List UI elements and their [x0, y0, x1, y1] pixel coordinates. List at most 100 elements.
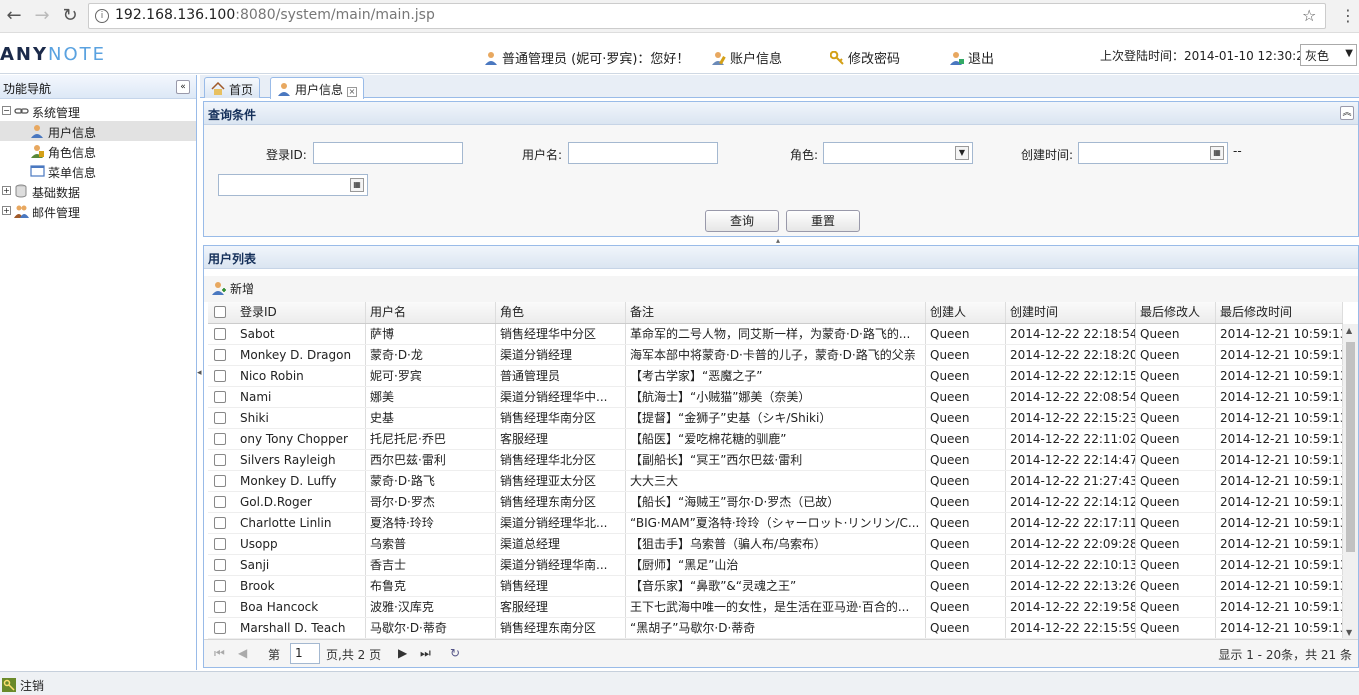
- tree-node-label: 系统管理: [32, 106, 81, 120]
- row-checkbox[interactable]: [214, 538, 226, 550]
- scroll-down-icon[interactable]: ▼: [1346, 628, 1352, 637]
- page-number-input[interactable]: 1: [290, 643, 320, 664]
- table-row[interactable]: Brook 布鲁克 销售经理 【音乐家】“鼻歌”&“灵魂之王” Queen 2014-12…: [208, 576, 1343, 597]
- row-checkbox[interactable]: [214, 454, 226, 466]
- table-row[interactable]: Shiki 史基 销售经理华南分区 【提督】“金狮子”史基（シキ/Shiki） Quee…: [208, 408, 1343, 429]
- table-cell: 哥尔·D·罗杰: [366, 492, 496, 512]
- first-page-icon[interactable]: ⏮: [214, 646, 225, 661]
- scroll-up-icon[interactable]: ▲: [1346, 326, 1352, 335]
- tab-home[interactable]: 首页: [204, 77, 261, 98]
- table-row[interactable]: Nami 娜美 渠道分销经理华中... 【航海士】“小贼猫”娜美（奈美） Queen 20…: [208, 387, 1343, 408]
- table-row[interactable]: ony Tony Chopper 托尼托尼·乔巴 客服经理 【船医】“爱吃棉花糖的驯鹿…: [208, 429, 1343, 450]
- table-cell: Queen: [926, 366, 1006, 386]
- prev-page-icon[interactable]: ◀: [238, 646, 247, 660]
- splitter-up-icon[interactable]: ▴: [776, 236, 780, 245]
- table-cell: 【航海士】“小贼猫”娜美（奈美）: [626, 387, 926, 407]
- created-end-input[interactable]: ▦: [218, 174, 368, 196]
- row-checkbox[interactable]: [214, 580, 226, 592]
- address-bar[interactable]: i 192.168.136.100:8080/system/main/main.…: [88, 3, 1326, 29]
- tree-node-system[interactable]: − 系统管理: [0, 101, 196, 121]
- tree-node-user-info[interactable]: 用户信息: [0, 121, 196, 141]
- splitter-handle-icon[interactable]: ◂: [197, 368, 202, 378]
- tree-node-menu-info[interactable]: 菜单信息: [0, 161, 196, 181]
- logout-status-button[interactable]: 注销: [2, 677, 44, 694]
- browser-menu-icon[interactable]: ⋮: [1340, 6, 1356, 25]
- column-header[interactable]: 最后修改时间: [1216, 302, 1343, 323]
- table-row[interactable]: Boa Hancock 波雅·汉库克 客服经理 王下七武海中唯一的女性，是生活在亚马逊…: [208, 597, 1343, 618]
- table-row[interactable]: Marshall D. Teach 马歇尔·D·蒂奇 销售经理东南分区 “黑胡子”马歇…: [208, 618, 1343, 639]
- account-info-link[interactable]: 账户信息: [712, 48, 782, 67]
- row-checkbox[interactable]: [214, 601, 226, 613]
- info-icon[interactable]: i: [95, 9, 109, 23]
- row-checkbox[interactable]: [214, 349, 226, 361]
- calendar-icon[interactable]: ▦: [1210, 146, 1224, 160]
- table-row[interactable]: Sabot 萨博 销售经理华中分区 革命军的二号人物，同艾斯一样，为蒙奇·D·路飞的.…: [208, 324, 1343, 345]
- row-checkbox[interactable]: [214, 559, 226, 571]
- refresh-icon[interactable]: ↻: [450, 646, 460, 660]
- login-id-input[interactable]: [313, 142, 463, 164]
- logout-link[interactable]: 退出: [950, 48, 994, 67]
- tab-user-info[interactable]: 用户信息 ×: [270, 77, 365, 99]
- vertical-scrollbar[interactable]: ▲ ▼: [1343, 324, 1358, 639]
- row-checkbox[interactable]: [214, 517, 226, 529]
- row-checkbox[interactable]: [214, 622, 226, 634]
- add-button[interactable]: 新增: [212, 280, 254, 297]
- grid-body: Sabot 萨博 销售经理华中分区 革命军的二号人物，同艾斯一样，为蒙奇·D·路飞的.…: [208, 324, 1343, 639]
- table-row[interactable]: Usopp 乌索普 渠道总经理 【狙击手】乌索普（骗人布/乌索布） Queen 2014-…: [208, 534, 1343, 555]
- row-checkbox[interactable]: [214, 433, 226, 445]
- tree-collapse-icon[interactable]: −: [2, 106, 11, 115]
- column-header[interactable]: 创建人: [926, 302, 1006, 323]
- chevron-down-icon[interactable]: ▼: [955, 146, 969, 160]
- row-checkbox[interactable]: [214, 475, 226, 487]
- table-cell: 夏洛特·玲玲: [366, 513, 496, 533]
- column-header[interactable]: 登录ID: [236, 302, 366, 323]
- table-cell: 史基: [366, 408, 496, 428]
- created-start-input[interactable]: ▦: [1078, 142, 1228, 164]
- table-row[interactable]: Monkey D. Dragon 蒙奇·D·龙 渠道分销经理 海军本部中将蒙奇·D·卡…: [208, 345, 1343, 366]
- back-icon[interactable]: ←: [4, 6, 24, 26]
- tree-expand-icon[interactable]: +: [2, 186, 11, 195]
- row-checkbox[interactable]: [214, 328, 226, 340]
- calendar-icon[interactable]: ▦: [350, 178, 364, 192]
- tree-node-role-info[interactable]: 角色信息: [0, 141, 196, 161]
- column-header[interactable]: 备注: [626, 302, 926, 323]
- table-cell: 萨博: [366, 324, 496, 344]
- table-row[interactable]: Sanji 香吉士 渠道分销经理华南... 【厨师】“黑足”山治 Queen 2014-1…: [208, 555, 1343, 576]
- tree-expand-icon[interactable]: +: [2, 206, 11, 215]
- select-all-checkbox[interactable]: [214, 306, 226, 318]
- row-checkbox[interactable]: [214, 391, 226, 403]
- forward-icon[interactable]: →: [32, 6, 52, 26]
- row-checkbox[interactable]: [214, 370, 226, 382]
- row-checkbox[interactable]: [214, 496, 226, 508]
- username-input[interactable]: [568, 142, 718, 164]
- table-row[interactable]: Gol.D.Roger 哥尔·D·罗杰 销售经理东南分区 【船长】“海贼王”哥尔·D·…: [208, 492, 1343, 513]
- bookmark-star-icon[interactable]: ☆: [1302, 6, 1316, 25]
- tree-node-base-data[interactable]: + 基础数据: [0, 181, 196, 201]
- close-icon[interactable]: ×: [347, 87, 358, 97]
- row-checkbox[interactable]: [214, 412, 226, 424]
- table-cell: 【副船长】“冥王”西尔巴兹·雷利: [626, 450, 926, 470]
- table-cell: 2014-12-22 22:13:26: [1006, 576, 1136, 596]
- tree-node-mail[interactable]: + 邮件管理: [0, 201, 196, 221]
- role-select[interactable]: ▼: [823, 142, 973, 164]
- column-header[interactable]: 角色: [496, 302, 626, 323]
- table-row[interactable]: Nico Robin 妮可·罗宾 普通管理员 【考古学家】“恶魔之子” Queen 201…: [208, 366, 1343, 387]
- column-header[interactable]: 最后修改人: [1136, 302, 1216, 323]
- theme-select[interactable]: 灰色 ▼: [1300, 44, 1357, 66]
- table-row[interactable]: Monkey D. Luffy 蒙奇·D·路飞 销售经理亚太分区 大大三大 Queen 2…: [208, 471, 1343, 492]
- last-page-icon[interactable]: ⏭: [420, 646, 431, 661]
- scroll-thumb[interactable]: [1346, 342, 1355, 552]
- reset-button[interactable]: 重置: [786, 210, 860, 232]
- collapse-up-icon[interactable]: ︽: [1340, 106, 1354, 120]
- reload-icon[interactable]: ↻: [60, 6, 80, 26]
- column-header[interactable]: 用户名: [366, 302, 496, 323]
- column-header[interactable]: 创建时间: [1006, 302, 1136, 323]
- next-page-icon[interactable]: ▶: [398, 646, 407, 660]
- change-password-link[interactable]: 修改密码: [830, 48, 900, 67]
- table-row[interactable]: Charlotte Linlin 夏洛特·玲玲 渠道分销经理华北... “BIG·MA…: [208, 513, 1343, 534]
- table-cell: Queen: [1136, 513, 1216, 533]
- table-row[interactable]: Silvers Rayleigh 西尔巴兹·雷利 销售经理华北分区 【副船长】“冥王”…: [208, 450, 1343, 471]
- search-button[interactable]: 查询: [705, 210, 779, 232]
- table-cell: “BIG·MAM”夏洛特·玲玲（シャーロット·リンリン/C...: [626, 513, 926, 533]
- collapse-left-icon[interactable]: «: [176, 80, 190, 94]
